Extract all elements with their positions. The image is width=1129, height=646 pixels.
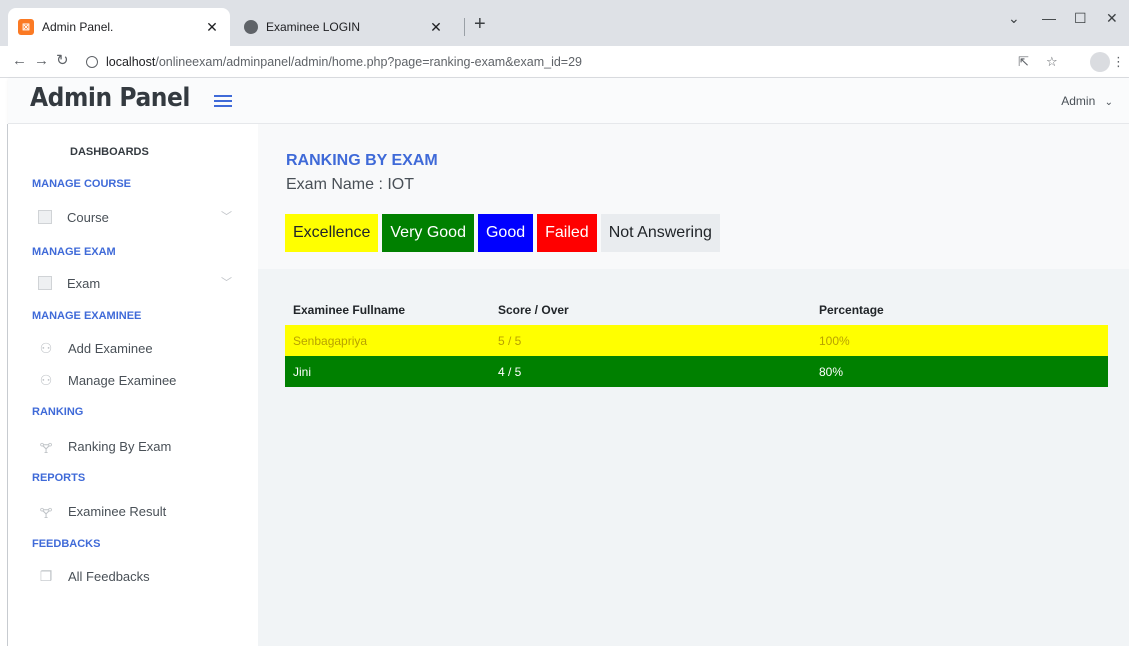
forward-icon[interactable]: → — [34, 53, 49, 69]
exam-name: Exam Name : IOT — [286, 176, 415, 193]
maximize-icon[interactable]: ☐ — [1074, 10, 1087, 27]
legend-very-good: Very Good — [382, 214, 474, 252]
tab-title: Admin Panel. — [42, 20, 114, 34]
ranking-table: Examinee Fullname Score / Over Percentag… — [285, 294, 1108, 387]
legend-not-answering: Not Answering — [600, 214, 720, 252]
url-path: /onlineexam/adminpanel/admin/home.php?pa… — [155, 55, 583, 69]
sidebar-item-label: Ranking By Exam — [68, 438, 172, 454]
sidebar-heading-manage-course: MANAGE COURSE — [32, 178, 132, 190]
sidebar-heading-ranking: RANKING — [32, 406, 84, 418]
course-icon — [38, 210, 52, 224]
table-row: Jini 4 / 5 80% — [285, 356, 1108, 387]
sidebar-item-label: Course — [67, 209, 109, 225]
sidebar-heading-manage-exam: MANAGE EXAM — [32, 246, 116, 258]
column-header-percentage: Percentage — [819, 302, 884, 317]
users-icon: ⚇ — [39, 371, 53, 388]
sidebar-item-add-examinee[interactable]: ⚇ Add Examinee — [38, 337, 238, 359]
chevron-down-icon: ⌄ — [1104, 97, 1113, 108]
sidebar-item-exam[interactable]: Exam ﹀ — [38, 272, 238, 294]
column-header-score: Score / Over — [498, 302, 569, 317]
tab-admin-panel[interactable]: ⊠ Admin Panel. ✕ — [8, 8, 230, 46]
cell-score: 5 / 5 — [490, 325, 811, 356]
minimize-icon[interactable]: — — [1042, 10, 1056, 26]
trophy-icon: 🝖 — [39, 504, 53, 521]
sidebar: DASHBOARDS MANAGE COURSE Course ﹀ MANAGE… — [8, 124, 258, 646]
sidebar-item-manage-examinee[interactable]: ⚇ Manage Examinee — [38, 369, 238, 391]
profile-avatar[interactable] — [1090, 52, 1110, 72]
share-icon[interactable]: ⇱ — [1018, 54, 1029, 70]
close-icon[interactable]: ✕ — [204, 19, 220, 36]
user-menu[interactable]: Admin ⌄ — [1061, 94, 1113, 108]
new-tab-icon[interactable]: + — [474, 14, 486, 34]
sidebar-item-label: Exam — [67, 275, 101, 291]
close-icon[interactable]: ✕ — [428, 19, 444, 36]
sidebar-heading-dashboards[interactable]: DASHBOARDS — [70, 146, 149, 158]
legend-good: Good — [477, 214, 534, 252]
cell-name: Jini — [285, 356, 490, 387]
sidebar-item-label: Manage Examinee — [68, 372, 177, 388]
star-icon[interactable]: ☆ — [1046, 54, 1058, 70]
sidebar-item-ranking-by-exam[interactable]: 🝖 Ranking By Exam — [38, 435, 238, 457]
browser-tab-bar: ⊠ Admin Panel. ✕ Examinee LOGIN ✕ + ⌄ — … — [0, 0, 1129, 46]
sidebar-item-course[interactable]: Course ﹀ — [38, 206, 238, 228]
page-title-panel: RANKING BY EXAM Exam Name : IOT Excellen… — [258, 124, 1129, 269]
sidebar-item-examinee-result[interactable]: 🝖 Examinee Result — [38, 500, 238, 522]
sidebar-heading-reports: REPORTS — [32, 472, 86, 484]
page-title: RANKING BY EXAM — [286, 152, 438, 169]
chevron-down-icon: ﹀ — [221, 211, 232, 223]
sidebar-heading-manage-examinee: MANAGE EXAMINEE — [32, 310, 142, 322]
menu-icon[interactable]: ⋮ — [1112, 54, 1125, 70]
xampp-icon: ⊠ — [18, 19, 34, 35]
info-icon[interactable] — [86, 56, 98, 68]
reload-icon[interactable]: ↻ — [56, 53, 69, 69]
cell-percentage: 100% — [811, 325, 1108, 356]
hamburger-icon[interactable] — [214, 95, 232, 107]
address-bar: ← → ↻ localhost/onlineexam/adminpanel/ad… — [0, 46, 1129, 78]
chat-icon: ❐ — [39, 567, 53, 584]
back-icon[interactable]: ← — [12, 53, 27, 69]
cell-percentage: 80% — [811, 356, 1108, 387]
url-host: localhost — [106, 55, 156, 69]
user-name: Admin — [1061, 94, 1096, 108]
rating-legend: Excellence Very Good Good Failed Not Ans… — [285, 214, 720, 252]
exam-icon — [38, 276, 52, 290]
app-header: Admin Panel Admin ⌄ — [8, 78, 1129, 124]
legend-failed: Failed — [537, 214, 597, 252]
sidebar-item-all-feedbacks[interactable]: ❐ All Feedbacks — [38, 565, 238, 587]
sidebar-item-label: Examinee Result — [68, 503, 167, 519]
sidebar-item-label: All Feedbacks — [68, 568, 150, 584]
cell-score: 4 / 5 — [490, 356, 811, 387]
tab-title: Examinee LOGIN — [266, 20, 361, 34]
url-input[interactable]: localhost/onlineexam/adminpanel/admin/ho… — [76, 50, 996, 74]
sidebar-item-label: Add Examinee — [68, 340, 153, 356]
tab-examinee-login[interactable]: Examinee LOGIN ✕ — [234, 8, 454, 46]
add-user-icon: ⚇ — [39, 339, 53, 356]
chevron-down-icon[interactable]: ⌄ — [1008, 10, 1020, 27]
sidebar-heading-feedbacks: FEEDBACKS — [32, 538, 101, 550]
table-header-row: Examinee Fullname Score / Over Percentag… — [285, 294, 1108, 325]
window-close-icon[interactable]: ✕ — [1106, 10, 1118, 27]
chevron-down-icon: ﹀ — [221, 277, 232, 289]
tab-separator — [464, 18, 465, 36]
brand-logo: Admin Panel — [30, 83, 190, 113]
table-row: Senbagapriya 5 / 5 100% — [285, 325, 1108, 356]
trophy-icon: 🝖 — [39, 439, 53, 456]
globe-icon — [244, 20, 258, 34]
cell-name: Senbagapriya — [285, 325, 490, 356]
main-content: RANKING BY EXAM Exam Name : IOT Excellen… — [258, 124, 1129, 646]
column-header-fullname: Examinee Fullname — [293, 302, 406, 317]
legend-excellence: Excellence — [285, 214, 379, 252]
